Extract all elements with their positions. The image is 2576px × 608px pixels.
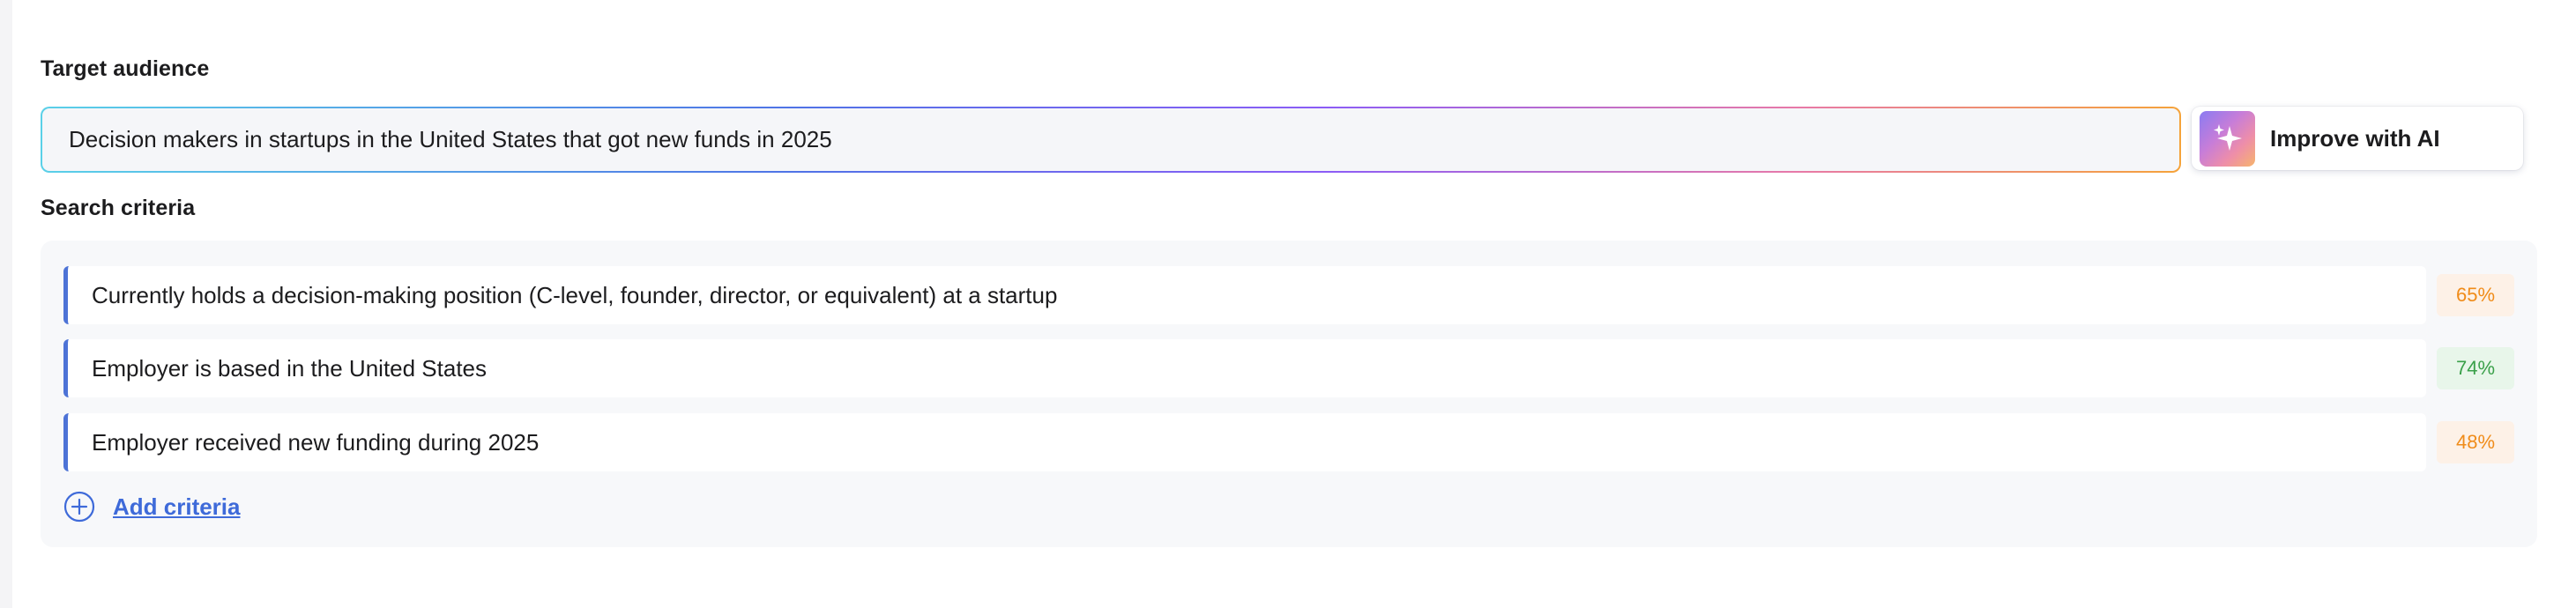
criterion-score-badge: 65% [2437,274,2514,316]
target-audience-field-wrapper [41,107,2181,173]
target-audience-label: Target audience [41,56,210,81]
criterion-item[interactable]: Employer received new funding during 202… [63,413,2426,471]
sparkles-icon [2200,110,2255,167]
improve-with-ai-label: Improve with AI [2270,124,2440,152]
plus-circle-icon [63,491,95,523]
criterion-text: Employer received new funding during 202… [92,428,540,456]
criterion-score-badge: 74% [2437,347,2514,389]
criterion-item[interactable]: Employer is based in the United States [63,339,2426,397]
search-criteria-label: Search criteria [41,196,196,220]
criterion-item[interactable]: Currently holds a decision-making positi… [63,266,2426,324]
criterion-text: Currently holds a decision-making positi… [92,281,1058,308]
add-criteria-button[interactable]: Add criteria [63,491,241,523]
target-audience-input[interactable] [42,108,2179,171]
search-criteria-list: Currently holds a decision-making positi… [41,241,2537,547]
add-criteria-link[interactable]: Add criteria [113,493,241,521]
criterion-score-badge: 48% [2437,421,2514,463]
improve-with-ai-button[interactable]: Improve with AI [2192,107,2523,170]
criterion-text: Employer is based in the United States [92,354,488,382]
